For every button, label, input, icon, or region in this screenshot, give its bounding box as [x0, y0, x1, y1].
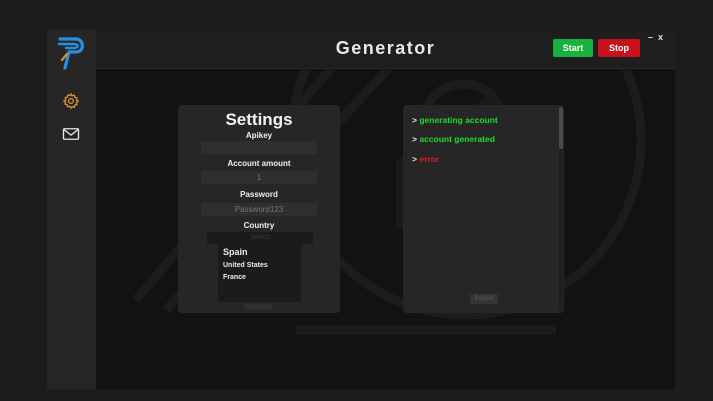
- gear-icon: [63, 93, 80, 109]
- scrollbar-thumb[interactable]: [559, 107, 563, 149]
- log-message: account generated: [419, 134, 495, 144]
- log-prefix: >: [412, 134, 417, 144]
- apikey-label: Apikey: [245, 131, 273, 140]
- title-bar: Generator Start Stop – x: [96, 29, 675, 69]
- settings-bottom-button[interactable]: [244, 304, 272, 309]
- password-label: Password: [240, 190, 278, 199]
- country-option-france[interactable]: France: [223, 274, 246, 281]
- console-scrollbar[interactable]: [559, 107, 563, 311]
- country-option-spain[interactable]: Spain: [223, 247, 248, 257]
- country-dropdown: Spain United States France: [218, 244, 301, 302]
- account-amount-label: Account amount: [227, 159, 291, 168]
- minimize-button[interactable]: –: [648, 32, 653, 42]
- log-prefix: >: [412, 115, 417, 125]
- start-button[interactable]: Start: [553, 39, 593, 57]
- country-label: Country: [243, 221, 275, 230]
- app-logo: [57, 37, 84, 70]
- log-line: > account generated: [412, 134, 495, 144]
- mail-icon: [62, 128, 80, 140]
- sidebar-item-settings[interactable]: [61, 91, 81, 111]
- export-button[interactable]: Export: [470, 294, 498, 304]
- settings-title: Settings: [225, 110, 293, 129]
- log-line: > error: [412, 154, 439, 164]
- app-window: Generator Start Stop – x Settings Apikey…: [47, 29, 675, 389]
- apikey-input[interactable]: [201, 141, 317, 154]
- stop-button[interactable]: Stop: [598, 39, 640, 57]
- log-message: generating account: [419, 115, 498, 125]
- sidebar-item-mail[interactable]: [61, 124, 81, 144]
- log-message: error: [419, 154, 440, 164]
- country-select[interactable]: Select: [207, 232, 313, 244]
- password-input[interactable]: [201, 203, 317, 216]
- sidebar: [47, 29, 96, 389]
- country-option-united-states[interactable]: United States: [223, 262, 268, 269]
- log-line: > generating account: [412, 115, 498, 125]
- close-button[interactable]: x: [658, 32, 663, 42]
- settings-panel: Settings Apikey Account amount Password …: [178, 105, 340, 313]
- log-console: > generating account > account generated…: [403, 105, 564, 313]
- main-content: Settings Apikey Account amount Password …: [96, 70, 675, 389]
- account-amount-input[interactable]: [201, 171, 317, 184]
- log-prefix: >: [412, 154, 417, 164]
